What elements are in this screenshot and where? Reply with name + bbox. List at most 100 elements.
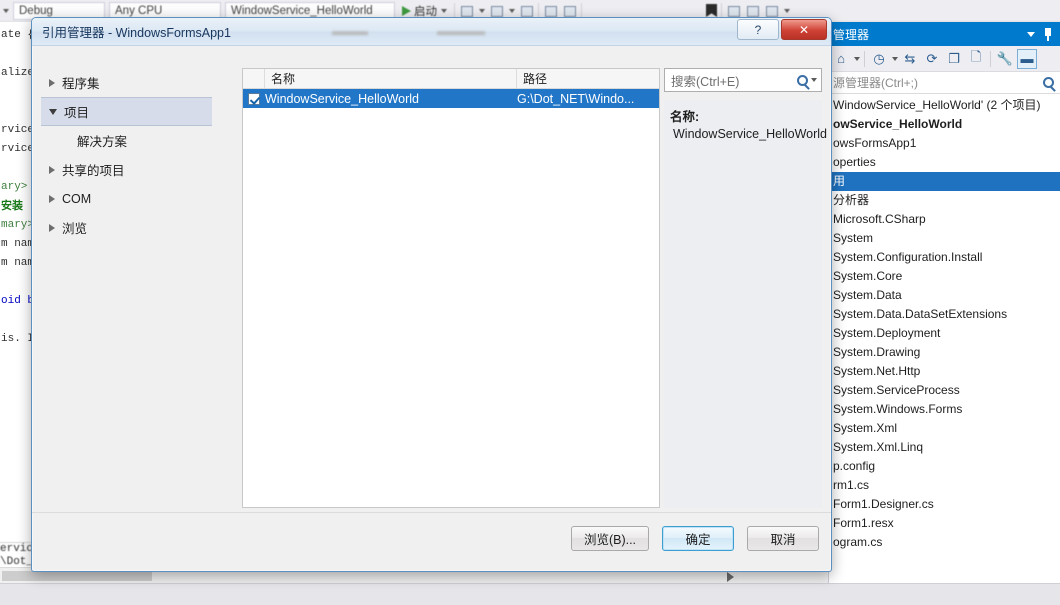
detail-name-label: 名称: (670, 110, 700, 124)
sol-tree-item[interactable]: Microsoft.CSharp (829, 210, 1060, 229)
sol-tree-item[interactable]: System.ServiceProcess (829, 381, 1060, 400)
sol-tree-item[interactable]: System.Data.DataSetExtensions (829, 305, 1060, 324)
chevron-down-icon-search[interactable] (811, 78, 817, 82)
bookmark-flag-icon[interactable] (706, 4, 717, 17)
category-solution[interactable]: 解决方案 (41, 126, 212, 155)
ghost-text-1: ▬▬▬ (332, 24, 368, 38)
sol-tree-item[interactable]: System.Xml.Linq (829, 438, 1060, 457)
preview-selected-icon[interactable]: ▬ (1017, 48, 1037, 69)
browse-button[interactable]: 浏览(B)... (571, 526, 649, 551)
solution-explorer-toolbar: ⌂ ◷ ⇆ ⟳ ❐ 🗋 🔧 ▬ (829, 46, 1060, 72)
category-projects[interactable]: 项目 (41, 97, 212, 126)
scroll-right-arrow-icon[interactable] (727, 572, 734, 582)
code-line: oid b (1, 295, 35, 307)
category-tree[interactable]: 程序集 项目 解决方案 共享的项目 COM 浏览 (41, 68, 212, 508)
category-shared-projects[interactable]: 共享的项目 (41, 155, 212, 184)
show-all-files-icon[interactable]: 🗋 (966, 49, 986, 69)
reference-manager-dialog: 引用管理器 - WindowsFormsApp1 ▬▬▬ ▬▬▬▬ ? ✕ 程序… (31, 17, 832, 572)
search-input[interactable]: 搜索(Ctrl+E) (664, 68, 822, 92)
sol-tree-item[interactable]: System.Windows.Forms (829, 400, 1060, 419)
code-line: alize (1, 67, 35, 79)
refresh-icon[interactable]: ⟳ (922, 49, 942, 69)
code-line: m nam (1, 257, 35, 269)
sync-icon[interactable]: ⇆ (900, 49, 920, 69)
chevron-down-icon-home[interactable] (854, 56, 860, 61)
solution-explorer-tree[interactable]: WindowService_HelloWorld' (2 个项目) owServ… (829, 94, 1060, 583)
code-line: rvice (1, 124, 35, 136)
sol-tree-item[interactable]: System (829, 229, 1060, 248)
history-icon[interactable]: ◷ (869, 49, 889, 69)
dialog-title: 引用管理器 - WindowsFormsApp1 (42, 26, 231, 40)
sol-tree-item[interactable]: Form1.Designer.cs (829, 495, 1060, 514)
sol-tree-item[interactable]: System.Net.Http (829, 362, 1060, 381)
attach-process-icon[interactable] (459, 3, 474, 18)
zoom-icon[interactable] (562, 3, 577, 18)
solution-explorer-titlebar[interactable]: 管理器 (829, 22, 1060, 46)
cancel-button[interactable]: 取消 (747, 526, 819, 551)
code-line: ate { (1, 29, 35, 41)
previous-bookmark-icon[interactable] (726, 3, 741, 18)
chevron-down-icon-6[interactable] (479, 8, 485, 13)
sol-tree-item[interactable]: System.Configuration.Install (829, 248, 1060, 267)
clear-bookmarks-icon[interactable] (764, 3, 779, 18)
chevron-down-icon-7[interactable] (509, 8, 515, 13)
window-layout-icon[interactable] (543, 3, 558, 18)
category-browse[interactable]: 浏览 (41, 213, 212, 242)
dialog-body: 程序集 项目 解决方案 共享的项目 COM 浏览 名称 路径 WindowSer… (32, 46, 831, 571)
sol-tree-item[interactable]: System.Data (829, 286, 1060, 305)
search-icon (1043, 77, 1054, 88)
sol-tree-item[interactable]: System.Deployment (829, 324, 1060, 343)
header-path[interactable]: 路径 (517, 69, 659, 88)
category-com[interactable]: COM (41, 184, 212, 213)
sol-tree-item[interactable]: System.Core (829, 267, 1060, 286)
sol-tree-item[interactable]: p.config (829, 457, 1060, 476)
sol-tree-item[interactable]: operties (829, 153, 1060, 172)
category-label: COM (62, 191, 92, 206)
ok-button[interactable]: 确定 (662, 526, 734, 551)
search-icon (797, 74, 808, 86)
chevron-down-icon-panel[interactable] (1027, 31, 1035, 37)
window-buttons: ? ✕ (735, 19, 827, 40)
header-name[interactable]: 名称 (265, 69, 517, 88)
sol-tree-item[interactable]: Form1.resx (829, 514, 1060, 533)
solution-explorer-search[interactable]: 源管理器(Ctrl+;) (829, 72, 1060, 94)
pin-icon[interactable] (1043, 27, 1053, 41)
category-assemblies[interactable]: 程序集 (41, 68, 212, 97)
breakpoint-icon[interactable] (519, 3, 534, 18)
sol-tree-item[interactable]: owService_HelloWorld (829, 115, 1060, 134)
home-icon[interactable]: ⌂ (831, 49, 851, 69)
code-line: mary> (1, 219, 35, 231)
sol-tree-item[interactable]: WindowService_HelloWorld' (2 个项目) (829, 96, 1060, 115)
table-row[interactable]: WindowService_HelloWorld G:\Dot_NET\Wind… (243, 89, 659, 108)
scrollbar-thumb[interactable] (2, 571, 152, 581)
sol-tree-item[interactable]: 分析器 (829, 191, 1060, 210)
checkbox-checked-icon[interactable] (248, 92, 260, 105)
sol-tree-item-references[interactable]: 用 (829, 172, 1060, 191)
code-line: rvice (1, 143, 35, 155)
row-path: G:\Dot_NET\Windo... (517, 91, 635, 106)
sol-tree-item[interactable]: owsFormsApp1 (829, 134, 1060, 153)
sol-tree-item[interactable]: System.Xml (829, 419, 1060, 438)
toolbar-overflow-caret[interactable] (3, 8, 9, 13)
sol-tree-item[interactable]: System.Drawing (829, 343, 1060, 362)
toolbar-sep-b (990, 50, 991, 67)
reference-list[interactable]: 名称 路径 WindowService_HelloWorld G:\Dot_NE… (242, 68, 660, 508)
chevron-down-icon-history[interactable] (892, 56, 898, 61)
search-placeholder: 搜索(Ctrl+E) (671, 74, 740, 89)
collapse-all-icon[interactable]: ❐ (944, 49, 964, 69)
sol-tree-item[interactable]: ogram.cs (829, 533, 1060, 552)
row-checkbox-cell[interactable] (243, 92, 265, 105)
play-icon (402, 5, 411, 16)
help-button[interactable]: ? (737, 19, 779, 40)
toolbar-sep-a (864, 50, 865, 67)
next-bookmark-icon[interactable] (745, 3, 760, 18)
step-over-icon[interactable] (489, 3, 504, 18)
properties-icon[interactable]: 🔧 (995, 49, 1015, 69)
dialog-titlebar[interactable]: 引用管理器 - WindowsFormsApp1 ▬▬▬ ▬▬▬▬ ? ✕ (32, 18, 831, 46)
close-button[interactable]: ✕ (781, 19, 827, 40)
sol-tree-item[interactable]: rm1.cs (829, 476, 1060, 495)
chevron-down-icon-8[interactable] (784, 8, 790, 13)
